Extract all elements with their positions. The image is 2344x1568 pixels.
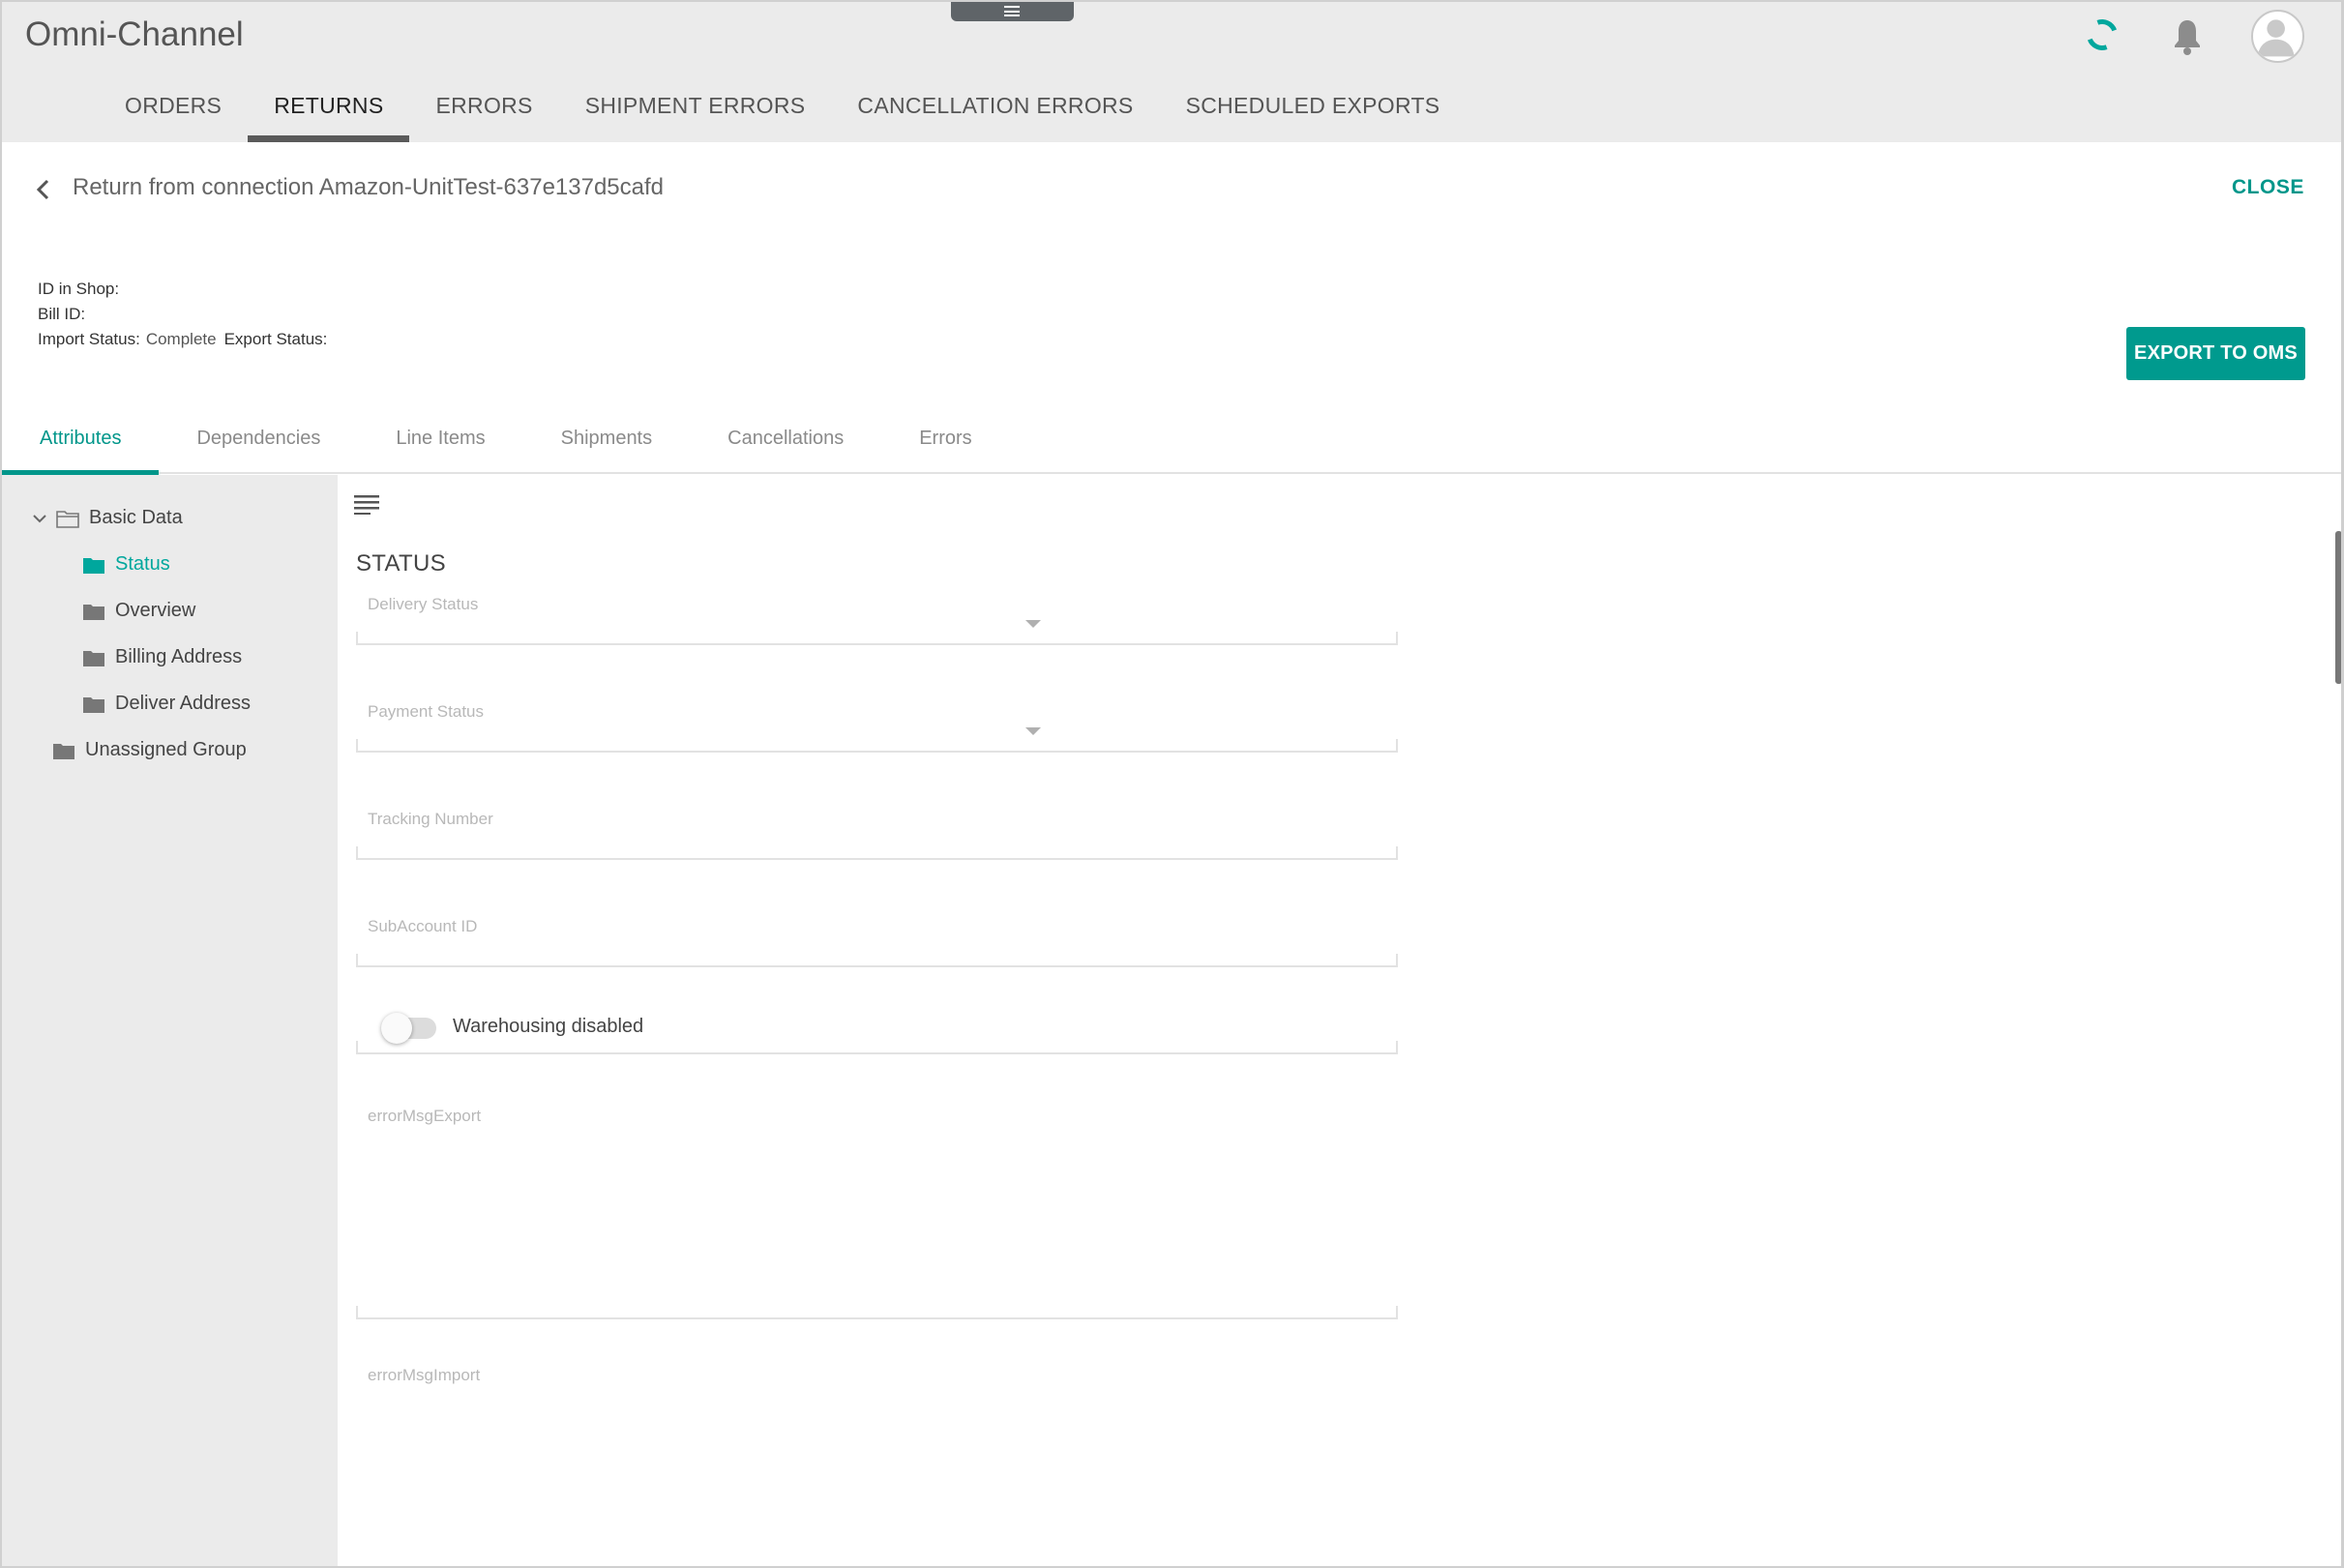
error-msg-export-textarea[interactable]: errorMsgExport	[356, 1107, 1398, 1319]
nav-tab-cancellation-errors[interactable]: CANCELLATION ERRORS	[831, 77, 1159, 142]
chevron-down-icon[interactable]	[31, 510, 48, 527]
error-msg-import-textarea[interactable]: errorMsgImport	[356, 1366, 1398, 1566]
tree-item-label: Basic Data	[89, 507, 183, 528]
nav-tab-shipment-errors[interactable]: SHIPMENT ERRORS	[559, 77, 832, 142]
status-row: Import Status: Complete Export Status:	[38, 327, 333, 352]
delivery-status-label: Delivery Status	[368, 595, 479, 613]
tree-item-label: Deliver Address	[115, 693, 252, 714]
nav-tab-orders[interactable]: ORDERS	[99, 77, 248, 142]
user-avatar-icon[interactable]	[2251, 10, 2304, 63]
dropdown-caret-icon	[1025, 620, 1041, 628]
folder-icon	[83, 650, 104, 666]
nav-tab-returns[interactable]: RETURNS	[248, 77, 410, 142]
tree-item-basic-data[interactable]: Basic Data	[31, 507, 183, 529]
nav-tab-errors[interactable]: ERRORS	[409, 77, 558, 142]
top-header: Omni-Channel ORDERS RETURNS ERRORS SHIPM…	[2, 2, 2341, 142]
detail-tabs: Attributes Dependencies Line Items Shipm…	[2, 408, 2341, 476]
warehousing-toggle-row: Warehousing disabled	[356, 1000, 1398, 1054]
id-in-shop-label: ID in Shop:	[38, 280, 120, 298]
delivery-status-select[interactable]: Delivery Status	[356, 595, 1398, 645]
bill-id-row: Bill ID:	[38, 302, 333, 327]
export-to-oms-button[interactable]: EXPORT TO OMS	[2126, 327, 2305, 380]
id-in-shop-row: ID in Shop:	[38, 277, 333, 302]
tab-cancellations[interactable]: Cancellations	[690, 408, 881, 474]
app-title: Omni-Channel	[25, 15, 244, 53]
tree-item-status[interactable]: Status	[82, 553, 170, 576]
warehousing-label: Warehousing disabled	[453, 1016, 644, 1037]
subaccount-id-input[interactable]: SubAccount ID	[356, 917, 1398, 967]
error-msg-export-label: errorMsgExport	[368, 1107, 482, 1125]
export-status-label: Export Status:	[223, 330, 328, 348]
payment-status-select[interactable]: Payment Status	[356, 702, 1398, 753]
detail-title: Return from connection Amazon-UnitTest-6…	[73, 174, 665, 200]
bell-icon[interactable]	[2172, 17, 2203, 56]
main-nav: ORDERS RETURNS ERRORS SHIPMENT ERRORS CA…	[99, 77, 1466, 142]
tree-item-label: Status	[115, 553, 170, 575]
attributes-panel: STATUS Delivery Status Payment Status Tr…	[338, 475, 2341, 1566]
tab-line-items[interactable]: Line Items	[358, 408, 522, 474]
tab-dependencies[interactable]: Dependencies	[159, 408, 358, 474]
tab-attributes[interactable]: Attributes	[2, 408, 160, 476]
attribute-group-tree: Basic Data Status Overview Billing Addre…	[2, 475, 338, 1566]
app-window: Omni-Channel ORDERS RETURNS ERRORS SHIPM…	[0, 0, 2344, 1568]
tree-item-label: Overview	[115, 600, 196, 621]
folder-open-icon	[56, 510, 79, 528]
import-status-value: Complete	[145, 330, 217, 348]
subaccount-id-label: SubAccount ID	[368, 917, 478, 935]
vertical-scrollbar[interactable]	[2335, 531, 2341, 684]
folder-icon	[83, 696, 104, 713]
warehousing-toggle[interactable]	[381, 1013, 436, 1044]
tracking-number-input[interactable]: Tracking Number	[356, 810, 1398, 860]
tracking-number-label: Tracking Number	[368, 810, 493, 828]
import-status-label: Import Status:	[38, 330, 140, 348]
tree-item-billing-address[interactable]: Billing Address	[82, 646, 242, 668]
payment-status-label: Payment Status	[368, 702, 485, 721]
hamburger-handle-icon[interactable]	[951, 2, 1074, 21]
tab-shipments[interactable]: Shipments	[523, 408, 691, 474]
sync-spinner-icon	[2081, 14, 2123, 56]
nav-tab-scheduled-exports[interactable]: SCHEDULED EXPORTS	[1160, 77, 1467, 142]
return-meta-info: ID in Shop: Bill ID: Import Status: Compl…	[38, 277, 333, 352]
dropdown-caret-icon	[1025, 727, 1041, 735]
tree-item-label: Billing Address	[115, 646, 243, 667]
back-arrow-icon[interactable]	[33, 177, 54, 202]
tree-item-unassigned-group[interactable]: Unassigned Group	[52, 739, 247, 761]
tab-errors[interactable]: Errors	[881, 408, 1009, 474]
folder-icon	[83, 557, 104, 574]
tree-item-overview[interactable]: Overview	[82, 600, 195, 622]
list-menu-icon[interactable]	[354, 493, 379, 515]
bill-id-label: Bill ID:	[38, 305, 86, 323]
close-button[interactable]: CLOSE	[2232, 176, 2304, 199]
folder-icon	[53, 743, 74, 759]
folder-icon	[83, 604, 104, 620]
tree-item-label: Unassigned Group	[85, 739, 247, 760]
section-title: STATUS	[356, 550, 446, 577]
error-msg-import-label: errorMsgImport	[368, 1366, 481, 1384]
tree-item-deliver-address[interactable]: Deliver Address	[82, 693, 251, 715]
